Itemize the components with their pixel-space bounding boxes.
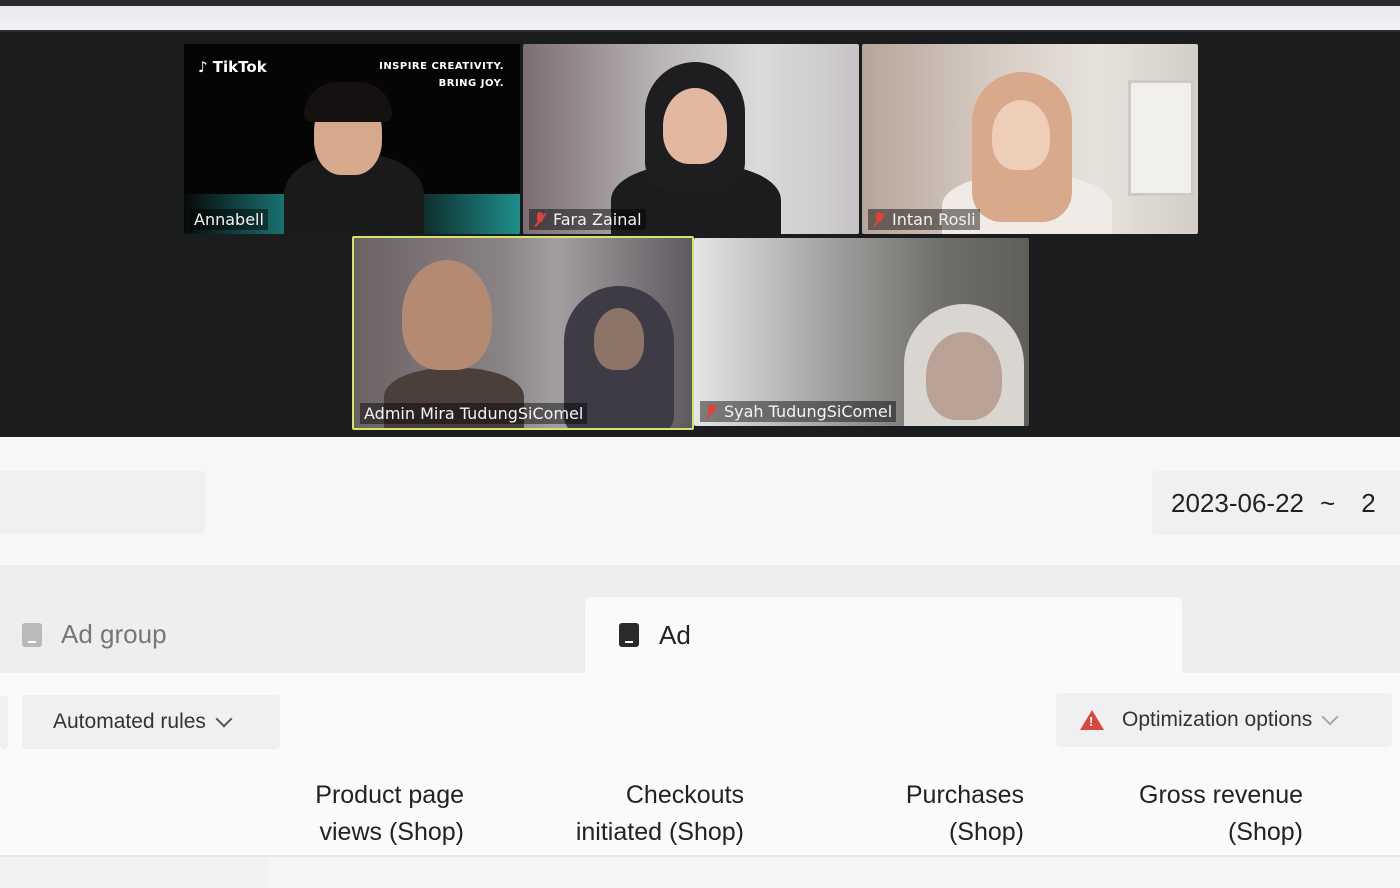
header-line-1: Product page xyxy=(315,781,464,809)
search-input[interactable] xyxy=(0,471,205,533)
participant-face xyxy=(992,100,1050,170)
participant-name-label: Syah TudungSiComel xyxy=(700,401,897,422)
tab-ad-group[interactable]: Ad group xyxy=(0,597,585,672)
chevron-down-icon xyxy=(1321,708,1339,726)
optimization-options-label: Optimization options xyxy=(1122,708,1313,731)
muted-mic-icon xyxy=(704,403,718,420)
tab-label: Ad xyxy=(659,619,691,650)
ad-group-icon xyxy=(22,622,42,647)
second-person-face xyxy=(594,308,644,370)
muted-mic-icon xyxy=(533,211,547,228)
automated-rules-button[interactable]: Automated rules xyxy=(22,695,280,749)
header-line-2: views (Shop) xyxy=(319,818,465,846)
column-header-gross-revenue[interactable]: Gross revenue (Shop) xyxy=(1139,777,1303,851)
header-line-2: initiated (Shop) xyxy=(575,818,744,846)
video-tile-admin-mira[interactable]: Admin Mira TudungSiComel xyxy=(352,236,694,430)
participant-name-label: Fara Zainal xyxy=(529,209,646,230)
optimization-options-button[interactable]: Optimization options xyxy=(1056,693,1392,747)
header-line-2: (Shop) xyxy=(1227,818,1303,846)
participant-hair xyxy=(304,82,392,122)
video-tile-syah[interactable]: Syah TudungSiComel xyxy=(694,238,1029,426)
window-top-strip xyxy=(0,0,1400,30)
video-tile-annabell[interactable]: ♪ TikTok INSPIRE CREATIVITY. BRING JOY. … xyxy=(184,44,520,234)
column-header-purchases[interactable]: Purchases (Shop) xyxy=(906,777,1024,851)
participant-name: Annabell xyxy=(194,210,264,229)
participant-name: Fara Zainal xyxy=(553,210,642,229)
header-line-2: (Shop) xyxy=(948,818,1024,846)
participant-face xyxy=(926,332,1002,420)
date-range-picker[interactable]: 2023-06-22 ~ 2 xyxy=(1152,471,1400,535)
table-header: Product page views (Shop) Checkouts init… xyxy=(0,769,1400,857)
participant-name-label: Intan Rosli xyxy=(868,209,980,230)
tiktok-logo: ♪ TikTok xyxy=(198,58,267,76)
tab-ad[interactable]: Ad xyxy=(585,597,1182,673)
table-row[interactable] xyxy=(0,857,1400,888)
video-tile-fara-zainal[interactable]: Fara Zainal xyxy=(523,44,859,234)
automated-rules-label: Automated rules xyxy=(53,710,206,733)
participant-face xyxy=(663,88,727,164)
ad-icon xyxy=(619,623,639,647)
header-line-1: Purchases xyxy=(905,781,1024,809)
date-end: 2 xyxy=(1361,487,1376,518)
header-line-1: Checkouts xyxy=(625,781,744,809)
table-toolbar: Automated rules Optimization options xyxy=(0,673,1400,771)
participant-name-label: Admin Mira TudungSiComel xyxy=(360,403,588,424)
date-separator: ~ xyxy=(1320,487,1336,518)
room-window xyxy=(1128,80,1194,196)
date-start: 2023-06-22 xyxy=(1171,487,1304,518)
table-cell xyxy=(268,857,1400,888)
toolbar-left-button-edge[interactable] xyxy=(0,695,8,749)
participant-name: Syah TudungSiComel xyxy=(724,402,893,421)
muted-mic-icon xyxy=(872,211,886,228)
warning-icon xyxy=(1080,710,1104,730)
header-line-1: Gross revenue xyxy=(1139,781,1303,809)
participant-name: Admin Mira TudungSiComel xyxy=(364,404,584,423)
participant-name-label: Annabell xyxy=(190,209,268,230)
participant-face xyxy=(402,260,492,370)
slogan-line-2: BRING JOY. xyxy=(438,78,504,89)
tab-label: Ad group xyxy=(61,619,167,649)
participant-name: Intan Rosli xyxy=(892,210,976,229)
ads-manager-panel: 2023-06-22 ~ 2 Ad group Ad Automated rul… xyxy=(0,437,1400,888)
tiktok-brand-text: TikTok xyxy=(212,58,267,76)
chevron-down-icon xyxy=(215,710,233,728)
column-header-product-page-views[interactable]: Product page views (Shop) xyxy=(315,777,464,851)
video-tile-intan-rosli[interactable]: Intan Rosli xyxy=(862,44,1198,234)
slogan-line-1: INSPIRE CREATIVITY. xyxy=(379,61,504,72)
column-header-checkouts-initiated[interactable]: Checkouts initiated (Shop) xyxy=(576,777,744,851)
video-meeting-gallery: ♪ TikTok INSPIRE CREATIVITY. BRING JOY. … xyxy=(0,30,1400,439)
tiktok-slogan: INSPIRE CREATIVITY. BRING JOY. xyxy=(379,58,504,92)
